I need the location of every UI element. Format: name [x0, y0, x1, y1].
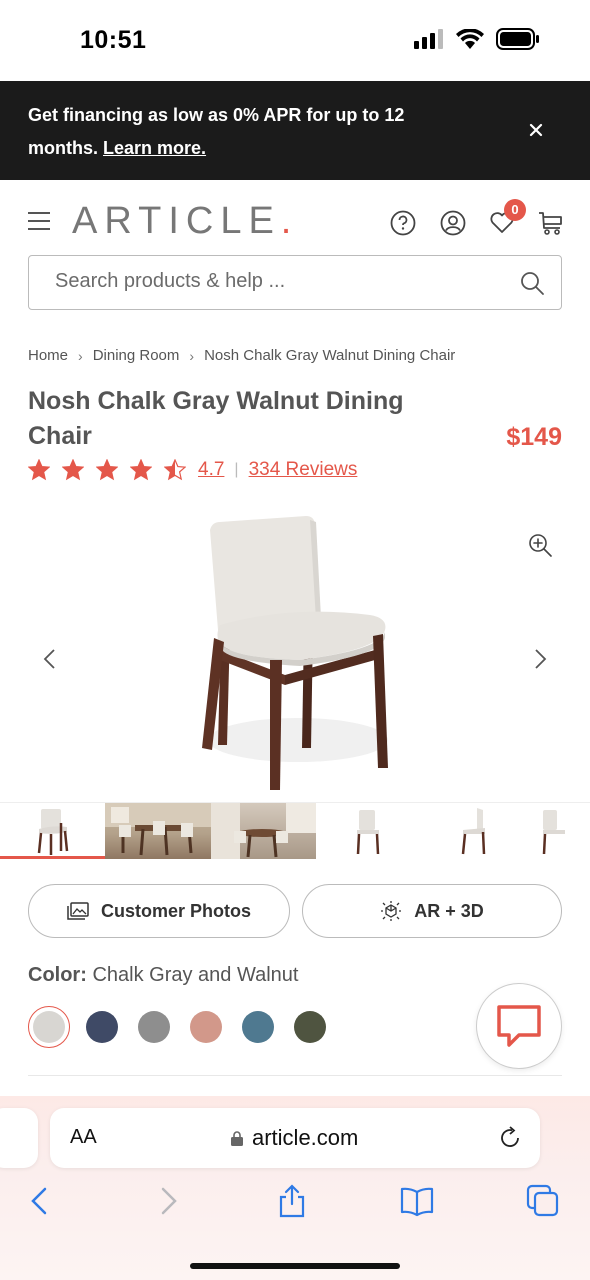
thumbnail-chair-image	[357, 810, 380, 855]
menu-icon[interactable]	[27, 211, 51, 231]
close-icon[interactable]	[526, 120, 546, 140]
bookmarks-icon[interactable]	[400, 1184, 434, 1218]
tabs-icon[interactable]	[526, 1184, 560, 1218]
product-price: $149	[506, 423, 562, 451]
promo-text: Get financing as low as 0% APR for up to…	[28, 99, 448, 165]
help-icon[interactable]	[390, 210, 416, 236]
photos-icon	[67, 902, 89, 920]
thumbnail-5[interactable]	[421, 803, 526, 859]
search-icon[interactable]	[519, 270, 545, 296]
thumbnail-3[interactable]	[210, 803, 316, 859]
chevron-right-icon: ›	[78, 347, 83, 364]
swatch-chalk-gray-selected[interactable]	[28, 1006, 70, 1048]
swatch-gray[interactable]	[138, 1011, 170, 1043]
logo-dot: .	[280, 200, 299, 242]
star-full-icon	[96, 459, 118, 481]
thumbnail-room-image	[210, 803, 316, 859]
share-icon[interactable]	[275, 1184, 309, 1218]
lock-icon	[231, 1131, 243, 1146]
cart-count-badge: 0	[504, 199, 526, 221]
swatch-chalk-gray	[33, 1011, 65, 1043]
rating-divider: |	[234, 461, 239, 478]
thumbnail-strip	[0, 802, 590, 860]
address-bar[interactable]: AA article.com	[50, 1108, 540, 1168]
reader-settings-button[interactable]: AA	[70, 1126, 97, 1149]
status-time: 10:51	[80, 26, 147, 54]
rating-row: 4.7 | 334 Reviews	[28, 459, 357, 481]
swatch-teal[interactable]	[242, 1011, 274, 1043]
color-label-key: Color:	[28, 964, 87, 986]
breadcrumb-home[interactable]: Home	[28, 347, 68, 364]
promo-message: Get financing as low as 0% APR for up to…	[28, 105, 405, 158]
ar-cube-icon	[381, 901, 402, 921]
account-icon[interactable]	[440, 210, 466, 236]
color-label: Color: Chalk Gray and Walnut	[28, 964, 298, 987]
thumbnail-chair-image	[543, 810, 566, 855]
color-swatches	[28, 1006, 326, 1048]
status-icons	[414, 28, 540, 50]
ar-3d-label: AR + 3D	[414, 900, 484, 921]
logo-text: ARTICLE	[72, 200, 281, 242]
product-title: Nosh Chalk Gray Walnut Dining Chair	[28, 387, 404, 450]
breadcrumb-current: Nosh Chalk Gray Walnut Dining Chair	[204, 347, 456, 364]
browser-toolbar: AA article.com	[0, 1096, 590, 1280]
back-icon[interactable]	[23, 1184, 57, 1218]
star-full-icon	[130, 459, 152, 481]
wifi-icon	[456, 29, 484, 49]
thumbnail-chair-image	[37, 808, 68, 855]
promo-banner: Get financing as low as 0% APR for up to…	[0, 81, 590, 180]
rating-value-link[interactable]: 4.7	[198, 459, 224, 481]
swatch-navy[interactable]	[86, 1011, 118, 1043]
status-bar: 10:51	[0, 0, 590, 80]
chevron-right-icon[interactable]	[534, 648, 548, 670]
reviews-link[interactable]: 334 Reviews	[249, 459, 358, 481]
chevron-right-icon: ›	[189, 347, 195, 364]
chat-button[interactable]	[476, 983, 562, 1069]
thumbnail-room-image	[105, 803, 211, 856]
previous-tab[interactable]	[0, 1108, 38, 1168]
customer-photos-label: Customer Photos	[100, 900, 251, 921]
browser-nav-row	[0, 1184, 590, 1224]
chevron-left-icon[interactable]	[42, 648, 56, 670]
star-full-icon	[62, 459, 84, 481]
star-half-icon	[164, 459, 186, 481]
breadcrumb-dining-room[interactable]: Dining Room	[93, 347, 180, 364]
product-gallery	[0, 500, 590, 800]
thumbnail-chair-image	[461, 808, 486, 855]
thumbnail-2[interactable]	[105, 803, 211, 859]
home-indicator	[190, 1263, 400, 1269]
learn-more-link[interactable]: Learn more.	[103, 138, 206, 158]
search-box	[28, 255, 562, 310]
url-display[interactable]: article.com	[230, 1125, 358, 1151]
reload-icon[interactable]	[498, 1126, 522, 1150]
search-input[interactable]	[55, 270, 495, 293]
article-logo[interactable]: ARTICLE.	[72, 200, 298, 243]
thumbnail-1[interactable]	[0, 803, 106, 859]
swatch-rose[interactable]	[190, 1011, 222, 1043]
customer-photos-button[interactable]: Customer Photos	[28, 884, 290, 938]
color-value: Chalk Gray and Walnut	[92, 964, 299, 986]
url-text: article.com	[252, 1125, 359, 1150]
aa-label: AA	[70, 1126, 97, 1148]
ar-3d-button[interactable]: AR + 3D	[302, 884, 562, 938]
breadcrumb: Home › Dining Room › Nosh Chalk Gray Wal…	[28, 347, 455, 364]
thumbnail-6[interactable]	[526, 803, 590, 859]
section-divider	[28, 1075, 562, 1076]
zoom-in-icon[interactable]	[528, 533, 552, 557]
signal-icon	[414, 29, 443, 49]
battery-icon	[496, 28, 539, 50]
thumbnail-4[interactable]	[316, 803, 421, 859]
chat-icon	[497, 1005, 541, 1047]
cart-icon[interactable]	[538, 210, 564, 236]
forward-icon[interactable]	[151, 1184, 185, 1218]
rating-stars	[28, 459, 186, 481]
star-full-icon	[28, 459, 50, 481]
swatch-olive[interactable]	[294, 1011, 326, 1043]
product-image-chair[interactable]	[190, 510, 400, 790]
